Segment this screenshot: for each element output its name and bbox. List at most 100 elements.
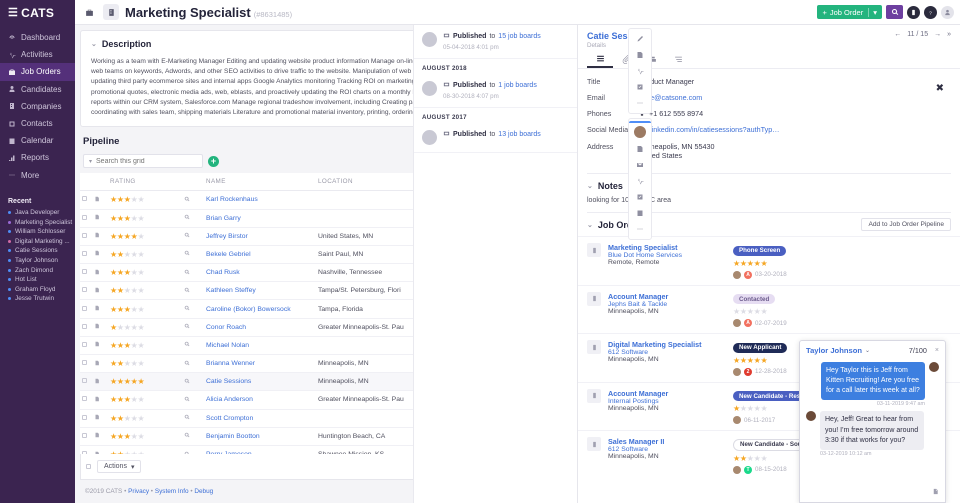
preview-search-icon[interactable] bbox=[182, 299, 204, 319]
rating-cell[interactable]: ★★★★★ bbox=[108, 336, 182, 356]
attachment-icon[interactable] bbox=[932, 486, 939, 498]
preview-search-icon[interactable] bbox=[182, 227, 204, 246]
rating-cell[interactable]: ★★★★★ bbox=[108, 318, 182, 337]
job-order-item[interactable]: Account Manager Jephs Bait & Tackle Minn… bbox=[578, 284, 960, 334]
briefcase-icon[interactable] bbox=[81, 4, 97, 20]
resume-search-icon[interactable] bbox=[629, 141, 651, 157]
candidate-name-link[interactable]: Karl Rockenhaus bbox=[206, 196, 258, 203]
candidate-name-link[interactable]: Bekele Gebriel bbox=[206, 251, 251, 258]
recent-item[interactable]: Marketing Specialist bbox=[8, 217, 75, 227]
status-badge[interactable]: Phone Screen bbox=[733, 245, 787, 256]
job-order-company[interactable]: Internal Postings bbox=[608, 398, 726, 405]
sidebar-item-candidates[interactable]: Candidates bbox=[0, 81, 75, 98]
avatar[interactable] bbox=[941, 5, 954, 19]
recent-item[interactable]: Java Developer bbox=[8, 208, 75, 218]
building-icon[interactable] bbox=[103, 4, 119, 20]
row-checkbox-cell[interactable] bbox=[80, 245, 92, 265]
sidebar-item-more[interactable]: More bbox=[0, 167, 75, 184]
th-location[interactable]: LOCATION bbox=[316, 173, 416, 192]
row-checkbox[interactable] bbox=[82, 214, 87, 220]
candidate-name-link[interactable]: Caroline (Bokor) Bowersock bbox=[206, 306, 291, 313]
row-checkbox-cell[interactable] bbox=[80, 354, 92, 374]
recent-item[interactable]: Catie Sessions bbox=[8, 246, 75, 256]
resume-doc-icon[interactable] bbox=[92, 263, 108, 283]
status-badge[interactable]: New Candidate - Res bbox=[733, 391, 807, 401]
add-candidate-button[interactable]: + bbox=[208, 155, 219, 167]
status-badge[interactable]: New Applicant bbox=[733, 342, 788, 353]
resume-doc-icon[interactable] bbox=[92, 318, 108, 337]
chevron-down-icon[interactable]: ▾ bbox=[868, 7, 877, 17]
close-icon[interactable]: × bbox=[935, 347, 939, 354]
edit-pencil-icon[interactable] bbox=[629, 31, 651, 47]
preview-search-icon[interactable] bbox=[182, 390, 204, 410]
app-logo[interactable]: ☰ CATS bbox=[0, 0, 75, 25]
row-checkbox-cell[interactable] bbox=[80, 390, 92, 410]
rating-cell[interactable]: ★★★★★ bbox=[108, 209, 182, 228]
rating-cell[interactable]: ★★★★★ bbox=[108, 245, 182, 265]
candidate-name-cell[interactable]: Caroline (Bokor) Bowersock bbox=[204, 299, 316, 319]
row-checkbox[interactable] bbox=[82, 287, 87, 293]
recent-item[interactable]: Graham Floyd bbox=[8, 284, 75, 294]
feed-target-link[interactable]: 13 job boards bbox=[498, 131, 540, 138]
row-checkbox[interactable] bbox=[82, 360, 87, 366]
search-button[interactable] bbox=[886, 5, 903, 19]
social-value[interactable]: inlinkedin.com/in/catiesessions?authTyp… bbox=[639, 125, 779, 135]
preview-search-icon[interactable] bbox=[182, 209, 204, 228]
rating-cell[interactable]: ★★★★★ bbox=[108, 445, 182, 454]
next-arrow-icon[interactable]: → bbox=[934, 31, 941, 38]
row-checkbox-cell[interactable] bbox=[80, 209, 92, 228]
status-badge[interactable]: Contacted bbox=[733, 294, 776, 304]
candidate-name-link[interactable]: Catie Sessions bbox=[206, 378, 251, 385]
email-icon[interactable] bbox=[629, 157, 651, 173]
resume-doc-icon[interactable] bbox=[92, 390, 108, 410]
preview-search-icon[interactable] bbox=[182, 427, 204, 446]
candidate-name-link[interactable]: Brian Garry bbox=[206, 215, 241, 222]
row-checkbox[interactable] bbox=[82, 323, 87, 329]
th-name[interactable]: NAME bbox=[204, 173, 316, 192]
rating-cell[interactable]: ★★★★★ bbox=[108, 409, 182, 428]
search-input[interactable] bbox=[96, 157, 197, 165]
job-order-rating[interactable]: ★★★★★ bbox=[733, 259, 951, 268]
candidate-name-link[interactable]: Conor Roach bbox=[206, 324, 246, 331]
sidebar-item-contacts[interactable]: Contacts bbox=[0, 115, 75, 132]
chevron-down-icon[interactable]: ⌄ bbox=[865, 347, 870, 354]
preview-search-icon[interactable] bbox=[182, 336, 204, 356]
row-checkbox-cell[interactable] bbox=[80, 372, 92, 392]
candidate-name-link[interactable]: Chad Rusk bbox=[206, 269, 240, 276]
recent-item[interactable]: William Schlosser bbox=[8, 227, 75, 237]
preview-search-icon[interactable] bbox=[182, 409, 204, 428]
job-order-title[interactable]: Marketing Specialist bbox=[608, 243, 726, 252]
preview-search-icon[interactable] bbox=[182, 263, 204, 283]
status-badge[interactable]: New Candidate - Sou bbox=[733, 438, 809, 451]
row-checkbox-cell[interactable] bbox=[80, 445, 92, 454]
filter-caret-icon[interactable]: ▾ bbox=[89, 158, 92, 165]
sidebar-item-activities[interactable]: Activities bbox=[0, 46, 75, 63]
row-checkbox[interactable] bbox=[82, 250, 87, 256]
candidate-name-link[interactable]: Benjamin Bootton bbox=[206, 433, 260, 440]
job-order-rating[interactable]: ★★★★★ bbox=[733, 307, 951, 316]
candidate-name-cell[interactable]: Benjamin Bootton bbox=[204, 427, 316, 446]
tab-details[interactable] bbox=[587, 51, 613, 68]
candidate-name-cell[interactable]: Karl Rockenhaus bbox=[204, 190, 316, 210]
row-checkbox-cell[interactable] bbox=[80, 318, 92, 337]
row-checkbox-cell[interactable] bbox=[80, 281, 92, 301]
resume-doc-icon[interactable] bbox=[92, 209, 108, 228]
resume-doc-icon[interactable] bbox=[92, 245, 108, 265]
add-job-order-button[interactable]: + Job Order ▾ bbox=[817, 5, 882, 19]
sidebar-item-companies[interactable]: Companies bbox=[0, 98, 75, 115]
resume-doc-icon[interactable] bbox=[92, 372, 108, 392]
row-checkbox-cell[interactable] bbox=[80, 299, 92, 319]
row-checkbox[interactable] bbox=[82, 341, 87, 347]
row-checkbox-cell[interactable] bbox=[80, 263, 92, 283]
sidebar-item-calendar[interactable]: Calendar bbox=[0, 132, 75, 149]
add-to-pipeline-button[interactable]: Add to Job Order Pipeline bbox=[861, 218, 951, 231]
candidate-name-link[interactable]: Brianna Wenner bbox=[206, 360, 255, 367]
candidate-name-cell[interactable]: Alicia Anderson bbox=[204, 390, 316, 410]
candidate-name-cell[interactable]: Scott Crompton bbox=[204, 409, 316, 428]
candidate-name-cell[interactable]: Michael Nolan bbox=[204, 336, 316, 356]
recent-item[interactable]: Digital Marketing ... bbox=[8, 236, 75, 246]
task-check-icon[interactable] bbox=[629, 189, 651, 205]
resume-search-icon[interactable] bbox=[629, 47, 651, 63]
row-checkbox[interactable] bbox=[82, 396, 87, 402]
candidate-name-link[interactable]: Michael Nolan bbox=[206, 342, 249, 349]
